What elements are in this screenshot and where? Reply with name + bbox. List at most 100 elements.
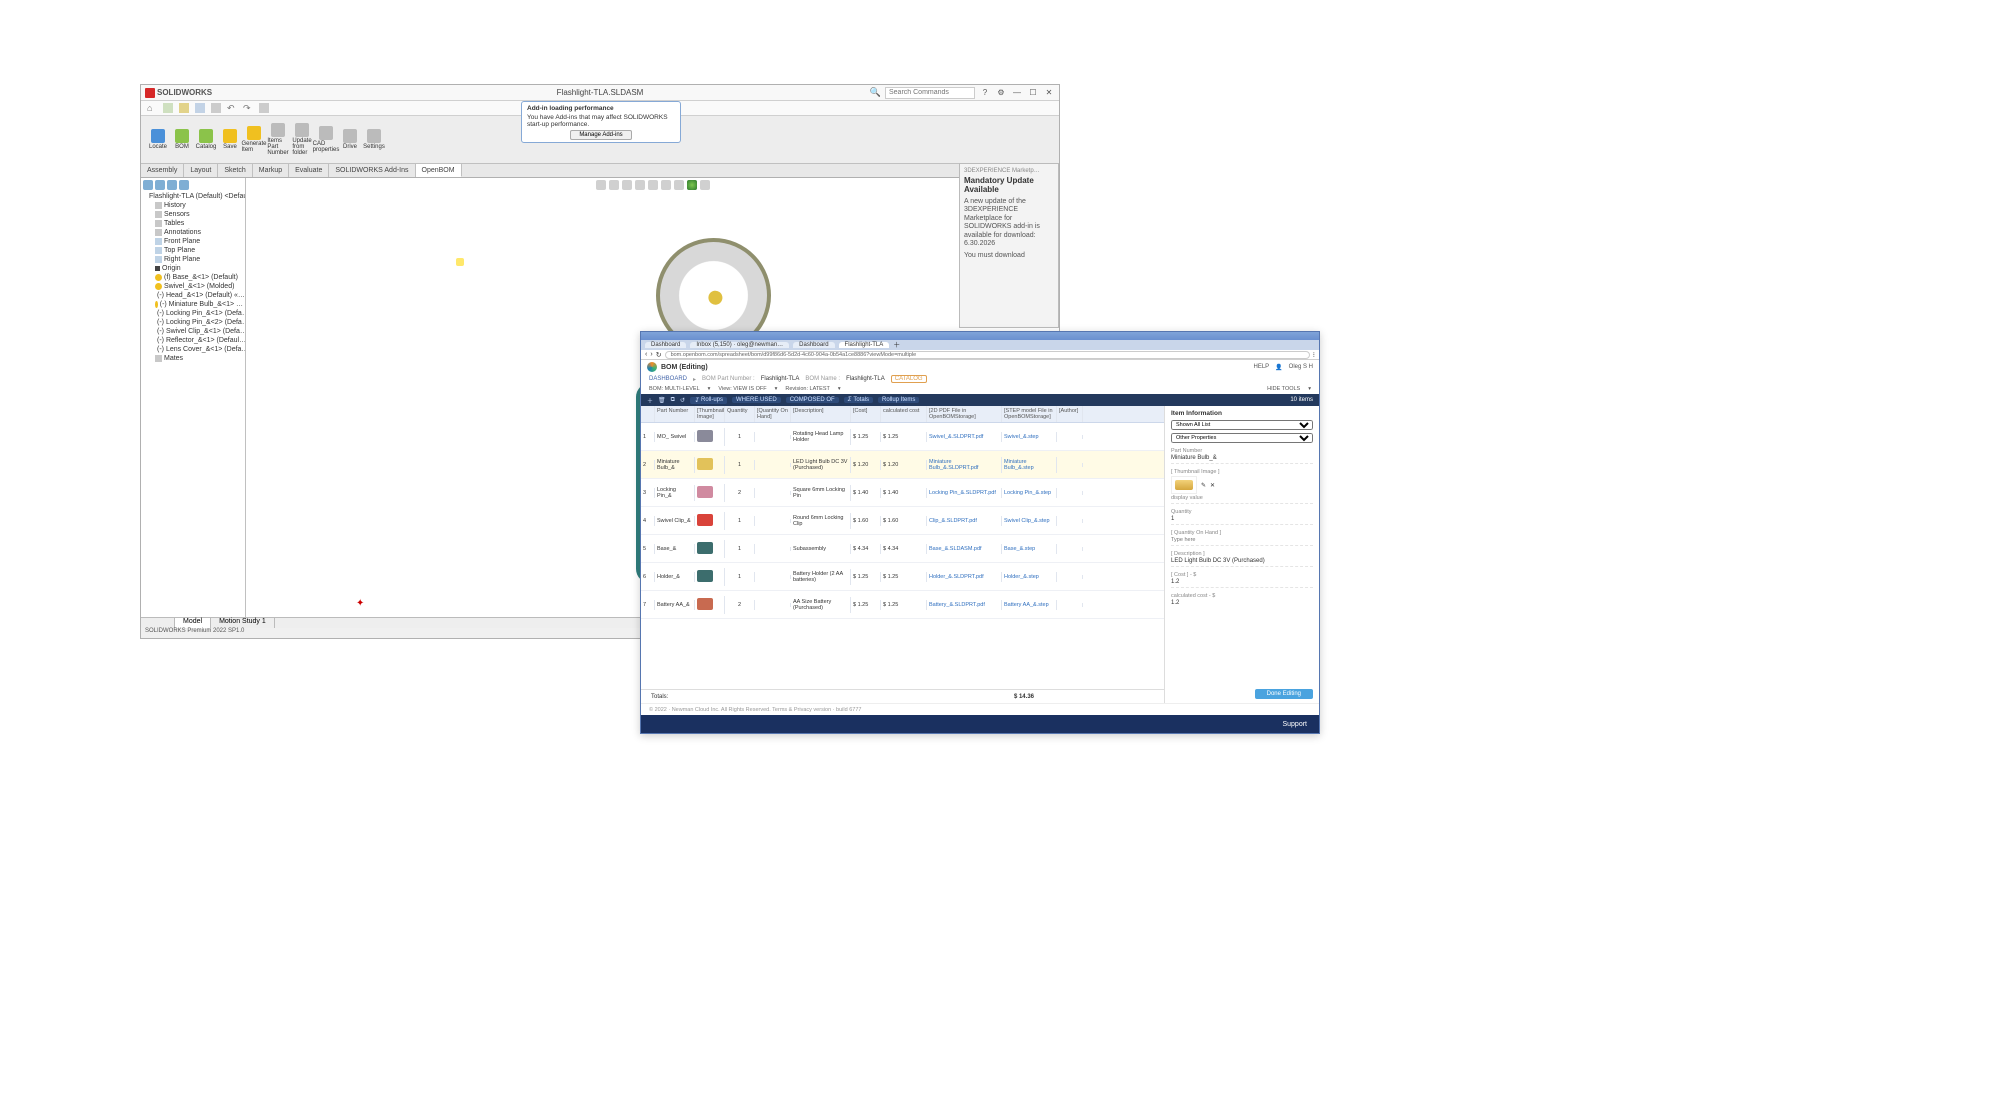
cell-description[interactable]: Round 6mm Locking Clip — [791, 513, 851, 529]
view-select[interactable]: View: VIEW IS OFF — [718, 386, 766, 392]
model-tab[interactable]: Model — [175, 618, 211, 628]
zoom-fit-icon[interactable] — [596, 180, 606, 190]
bom-mode-select[interactable]: BOM: MULTI-LEVEL — [649, 386, 700, 392]
item-description[interactable]: LED Light Bulb DC 3V (Purchased) — [1171, 558, 1313, 564]
settings-icon[interactable]: ⚙ — [995, 87, 1007, 99]
pdf-link[interactable]: Swivel_&.SLDPRT.pdf — [929, 434, 983, 440]
ribbon-items-button[interactable]: ItemsPartNumber — [267, 118, 289, 161]
tree-item[interactable]: (-) Miniature Bulb_&<1> … — [155, 300, 243, 309]
cell-description[interactable]: AA Size Battery (Purchased) — [791, 597, 851, 613]
pdf-link[interactable]: Locking Pin_&.SLDPRT.pdf — [929, 490, 996, 496]
close-icon[interactable]: ✕ — [1043, 87, 1055, 99]
tab-openbom[interactable]: OpenBOM — [416, 164, 462, 177]
column-header[interactable]: Quantity — [725, 406, 755, 422]
browser-forward-icon[interactable]: › — [650, 351, 652, 358]
ribbon-drive-button[interactable]: Drive — [339, 118, 361, 161]
tree-item[interactable]: History — [155, 201, 243, 210]
item-qty[interactable]: 1 — [1171, 516, 1313, 522]
browser-tab[interactable]: Dashboard — [645, 342, 686, 348]
ribbon-catalog-button[interactable]: Catalog — [195, 118, 217, 161]
column-header[interactable]: [Quantity On Hand] — [755, 406, 791, 422]
table-row[interactable]: 2Miniature Bulb_&1LED Light Bulb DC 3V (… — [641, 451, 1164, 479]
cell-part-number[interactable]: Base_& — [655, 544, 695, 554]
delete-icon[interactable]: 🗑 — [658, 397, 666, 404]
new-icon[interactable] — [163, 103, 173, 113]
history-icon[interactable]: ↺ — [680, 397, 685, 404]
tree-display-icon[interactable] — [155, 180, 165, 190]
table-row[interactable]: 4Swivel Clip_&1Round 6mm Locking Clip$ 1… — [641, 507, 1164, 535]
tree-item[interactable]: Mates — [155, 354, 243, 363]
cell-qty[interactable]: 1 — [725, 572, 755, 582]
tree-sort-icon[interactable] — [179, 180, 189, 190]
tree-item[interactable]: (-) Locking Pin_&<1> (Defa… — [155, 309, 243, 318]
item-cost[interactable]: 1.2 — [1171, 579, 1313, 585]
tree-item[interactable]: (-) Head_&<1> (Default) «… — [155, 291, 243, 300]
print-icon[interactable] — [211, 103, 221, 113]
zoom-area-icon[interactable] — [609, 180, 619, 190]
tree-item[interactable]: (-) Lens Cover_&<1> (Defa… — [155, 345, 243, 354]
cell-description[interactable]: Square 6mm Locking Pin — [791, 485, 851, 501]
add-icon[interactable]: ＋ — [647, 396, 653, 405]
user-avatar-icon[interactable]: 👤 — [1275, 364, 1282, 371]
tree-item[interactable]: (-) Locking Pin_&<2> (Defa… — [155, 318, 243, 327]
ribbon-locate-button[interactable]: Locate — [147, 118, 169, 161]
table-row[interactable]: 1MO_ Swivel1Rotating Head Lamp Holder$ 1… — [641, 423, 1164, 451]
help-icon[interactable]: ? — [979, 87, 991, 99]
tree-filter-icon[interactable] — [167, 180, 177, 190]
cell-description[interactable]: LED Light Bulb DC 3V (Purchased) — [791, 457, 851, 473]
table-row[interactable]: 3Locking Pin_&2Square 6mm Locking Pin$ 1… — [641, 479, 1164, 507]
tree-item[interactable]: Origin — [155, 264, 243, 273]
edit-thumb-icon[interactable]: ✎ — [1201, 482, 1206, 489]
tree-item[interactable]: (-) Reflector_&<1> (Defaul… — [155, 336, 243, 345]
redo-icon[interactable]: ↷ — [243, 103, 253, 113]
rollup-items-button[interactable]: Rollup Items — [878, 397, 919, 403]
command-search-input[interactable] — [885, 87, 975, 99]
help-link[interactable]: HELP — [1253, 364, 1269, 371]
cell-part-number[interactable]: Battery AA_& — [655, 600, 695, 610]
scene-icon[interactable] — [700, 180, 710, 190]
tree-item[interactable]: (-) Swivel Clip_&<1> (Defa… — [155, 327, 243, 336]
pdf-link[interactable]: Miniature Bulb_&.SLDPRT.pdf — [929, 459, 978, 471]
tree-root[interactable]: Flashlight-TLA (Default) <Defau… — [147, 192, 243, 201]
save-icon[interactable] — [195, 103, 205, 113]
url-input[interactable]: bom.openbom.com/spreadsheet/bom/d99f86d6… — [665, 351, 1310, 359]
tree-item[interactable]: Tables — [155, 219, 243, 228]
browser-back-icon[interactable]: ‹ — [645, 351, 647, 358]
open-icon[interactable] — [179, 103, 189, 113]
step-link[interactable]: Miniature Bulb_&.step — [1004, 459, 1034, 471]
cell-part-number[interactable]: Locking Pin_& — [655, 485, 695, 501]
tab-assembly[interactable]: Assembly — [141, 164, 184, 177]
totals-button[interactable]: ΣTotals — [844, 397, 873, 403]
step-link[interactable]: Swivel_&.step — [1004, 434, 1039, 440]
tree-item[interactable]: Right Plane — [155, 255, 243, 264]
cell-qty[interactable]: 1 — [725, 544, 755, 554]
orientation-triad-icon[interactable]: ✦ — [356, 598, 364, 609]
column-header[interactable]: [Description] — [791, 406, 851, 422]
table-row[interactable]: 5Base_&1Subassembly$ 4.34$ 4.34Base_&.SL… — [641, 535, 1164, 563]
pdf-link[interactable]: Holder_&.SLDPRT.pdf — [929, 574, 984, 580]
section-icon[interactable] — [635, 180, 645, 190]
tree-item[interactable]: Annotations — [155, 228, 243, 237]
browser-tab[interactable]: Dashboard — [793, 342, 834, 348]
step-link[interactable]: Base_&.step — [1004, 546, 1035, 552]
step-link[interactable]: Holder_&.step — [1004, 574, 1039, 580]
column-header[interactable]: [Cost] — [851, 406, 881, 422]
undo-icon[interactable]: ↶ — [227, 103, 237, 113]
remove-thumb-icon[interactable]: ✕ — [1210, 482, 1215, 489]
where-used-button[interactable]: WHERE USED — [732, 397, 781, 403]
home-icon[interactable]: ⌂ — [147, 103, 157, 113]
display-style-icon[interactable] — [661, 180, 671, 190]
tree-item[interactable]: Sensors — [155, 210, 243, 219]
cell-description[interactable]: Rotating Head Lamp Holder — [791, 429, 851, 445]
tab-layout[interactable]: Layout — [184, 164, 218, 177]
cell-qty[interactable]: 1 — [725, 516, 755, 526]
browser-tab[interactable]: Flashlight-TLA — [839, 342, 890, 348]
motion-study-tab[interactable]: Motion Study 1 — [211, 618, 275, 628]
ribbon-settings-button[interactable]: Settings — [363, 118, 385, 161]
tab-solidworks-add-ins[interactable]: SOLIDWORKS Add-Ins — [329, 164, 415, 177]
table-row[interactable]: 7Battery AA_&2AA Size Battery (Purchased… — [641, 591, 1164, 619]
table-row[interactable]: 6Holder_&1Battery Holder (2 AA batteries… — [641, 563, 1164, 591]
view-orient-icon[interactable] — [648, 180, 658, 190]
tab-sketch[interactable]: Sketch — [218, 164, 252, 177]
item-qoh-input[interactable] — [1171, 537, 1313, 543]
